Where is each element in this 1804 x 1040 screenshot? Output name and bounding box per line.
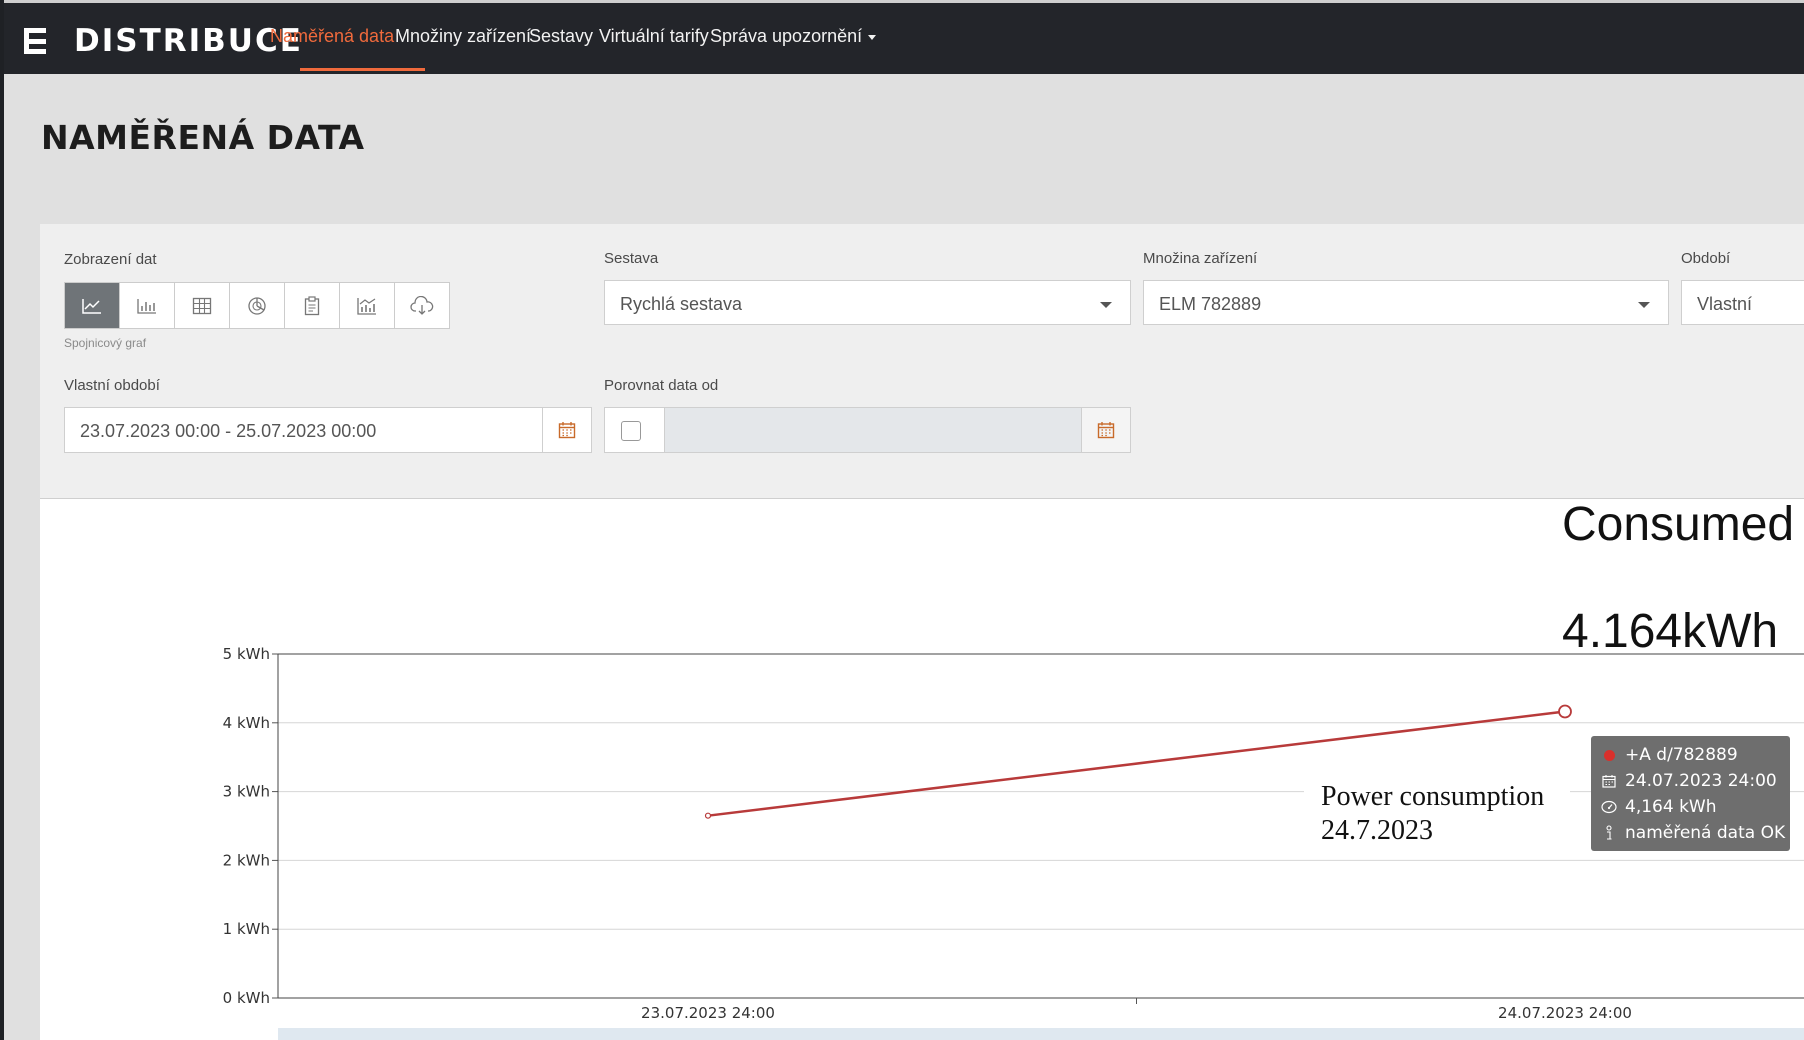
caret-down-icon <box>868 34 877 40</box>
logo-icon <box>24 28 50 54</box>
tooltip-datetime: 24.07.2023 24:00 <box>1625 771 1777 791</box>
line-chart-button[interactable] <box>65 283 120 328</box>
view-button-group <box>64 282 450 329</box>
compare-calendar-button[interactable] <box>1081 408 1130 452</box>
table-icon <box>192 297 212 314</box>
calendar-icon <box>1097 422 1115 439</box>
clipboard-button[interactable] <box>285 283 340 328</box>
y-tick-label: 3 kWh <box>223 783 270 801</box>
view-label: Zobrazení dat <box>64 251 157 268</box>
calendar-icon <box>1602 775 1616 788</box>
nav-item-namerena-data[interactable]: Naměřená data <box>270 26 394 47</box>
consumed-annotation-value: 4.164kWh <box>1562 605 1779 658</box>
compare-checkbox[interactable] <box>621 421 641 441</box>
period-label: Období <box>1681 250 1731 267</box>
cloud-download-button[interactable] <box>395 283 449 328</box>
navigator-strip <box>278 1028 1804 1040</box>
tooltip-value: 4,164 kWh <box>1625 797 1717 817</box>
x-tick-label: 23.07.2023 24:00 <box>641 1004 775 1022</box>
tooltip-datetime-row: 24.07.2023 24:00 <box>1601 768 1790 794</box>
chevron-down-icon <box>1100 302 1112 308</box>
cloud-download-icon <box>410 295 434 315</box>
bar-chart-icon <box>137 298 156 314</box>
pie-chart-button[interactable] <box>230 283 285 328</box>
info-icon <box>1606 825 1612 840</box>
device-set-select-value: ELM 782889 <box>1159 294 1262 314</box>
tooltip-status: naměřená data OK <box>1625 823 1786 843</box>
filter-panel <box>40 224 1804 499</box>
combo-chart-icon <box>357 297 376 315</box>
nav-item-sprava-upozorneni[interactable]: Správa upozornění <box>710 26 877 47</box>
page-title: NAMĚŘENÁ DATA <box>41 118 365 157</box>
tooltip-series-row: +A d/782889 <box>1601 742 1790 768</box>
clipboard-icon <box>304 295 320 315</box>
custom-period-calendar-button[interactable] <box>542 408 591 452</box>
calendar-icon <box>558 422 576 439</box>
navbar: DISTRIBUCE Naměřená data Množiny zařízen… <box>4 3 1804 74</box>
nav-item-mnoziny-zarizeni[interactable]: Množiny zařízení <box>395 26 531 47</box>
view-selected-caption: Spojnicový graf <box>64 336 147 350</box>
brand-logo[interactable]: DISTRIBUCE <box>24 23 303 59</box>
bar-chart-button[interactable] <box>120 283 175 328</box>
tooltip-status-row: naměřená data OK <box>1601 820 1790 846</box>
compare-checkbox-wrap <box>605 408 665 452</box>
chevron-down-icon <box>1638 302 1650 308</box>
custom-period-value: 23.07.2023 00:00 - 25.07.2023 00:00 <box>80 421 377 441</box>
gauge-icon <box>1601 800 1617 814</box>
active-nav-underline <box>300 68 425 71</box>
report-select-value: Rychlá sestava <box>620 294 743 314</box>
power-annotation-line2: 24.7.2023 <box>1321 815 1433 846</box>
line-chart: 0 kWh 1 kWh 2 kWh 3 kWh 4 kWh 5 kWh 23.07.2023… <box>223 645 1804 1040</box>
tooltip-value-row: 4,164 kWh <box>1601 794 1790 820</box>
table-button[interactable] <box>175 283 230 328</box>
consumed-annotation-label: Consumed <box>1562 498 1795 551</box>
compare-date-group <box>604 407 1131 453</box>
x-tick-label: 24.07.2023 24:00 <box>1498 1004 1632 1022</box>
data-point <box>704 812 712 819</box>
pie-chart-icon <box>248 296 266 315</box>
y-tick-label: 5 kWh <box>223 645 270 663</box>
y-tick-label: 1 kWh <box>223 920 270 938</box>
line-chart-icon <box>82 298 101 314</box>
report-label: Sestava <box>604 250 659 267</box>
power-consumption-annotation: Power consumption 24.7.2023 <box>1304 778 1570 852</box>
period-select[interactable]: Vlastní <box>1681 280 1804 325</box>
report-select[interactable]: Rychlá sestava <box>604 280 1131 325</box>
y-tick-label: 2 kWh <box>223 851 270 869</box>
y-tick-label: 0 kWh <box>223 989 270 1007</box>
tooltip-series: +A d/782889 <box>1625 745 1738 765</box>
compare-date-input[interactable] <box>665 408 1083 452</box>
brand-name: DISTRIBUCE <box>74 23 303 59</box>
chart-area: 0 kWh 1 kWh 2 kWh 3 kWh 4 kWh 5 kWh 23.07.2023… <box>40 499 1804 1040</box>
nav-item-label: Správa upozornění <box>710 26 863 46</box>
data-point <box>1558 704 1572 719</box>
combo-chart-button[interactable] <box>340 283 395 328</box>
period-select-value: Vlastní <box>1697 294 1753 314</box>
chart-tooltip: +A d/782889 24.07.2023 24:00 4,164 kWh n… <box>1591 736 1790 851</box>
custom-period-label: Vlastní období <box>64 377 160 394</box>
device-set-select[interactable]: ELM 782889 <box>1143 280 1669 325</box>
custom-period-input[interactable]: 23.07.2023 00:00 - 25.07.2023 00:00 <box>64 407 592 453</box>
nav-item-virtualni-tarify[interactable]: Virtuální tarify <box>599 26 709 47</box>
left-gutter <box>4 224 40 1040</box>
nav-item-sestavy[interactable]: Sestavy <box>529 26 593 47</box>
series-dot-icon <box>1603 749 1615 761</box>
power-annotation-line1: Power consumption <box>1321 781 1545 812</box>
y-tick-label: 4 kWh <box>223 714 270 732</box>
compare-label: Porovnat data od <box>604 377 719 394</box>
device-set-label: Množina zařízení <box>1143 250 1258 267</box>
